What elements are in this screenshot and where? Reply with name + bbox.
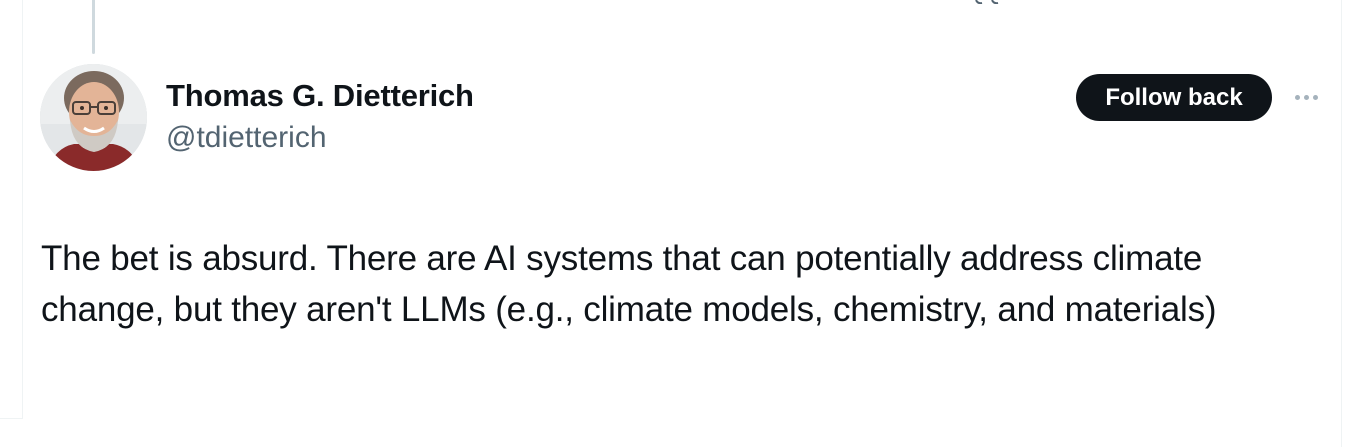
tweet-text: The bet is absurd. There are AI systems … <box>41 239 1217 329</box>
author-display-name[interactable]: Thomas G. Dietterich <box>166 78 474 114</box>
more-dot <box>1294 94 1300 100</box>
thread-connector-line <box>92 0 95 54</box>
cropped-glyph <box>975 0 999 4</box>
author-handle[interactable]: @tdietterich <box>166 121 327 155</box>
follow-back-button[interactable]: Follow back <box>1076 74 1272 121</box>
more-dot <box>1312 94 1318 100</box>
card-border-right <box>1341 0 1342 447</box>
more-dot <box>1303 94 1309 100</box>
avatar[interactable] <box>40 64 147 171</box>
card-border-bottom <box>0 418 23 419</box>
avatar-portrait-icon <box>40 64 147 171</box>
more-horizontal-icon[interactable] <box>1290 86 1322 108</box>
tweet-card: Thomas G. Dietterich @tdietterich Follow… <box>0 0 1354 447</box>
card-border-left <box>22 0 23 418</box>
